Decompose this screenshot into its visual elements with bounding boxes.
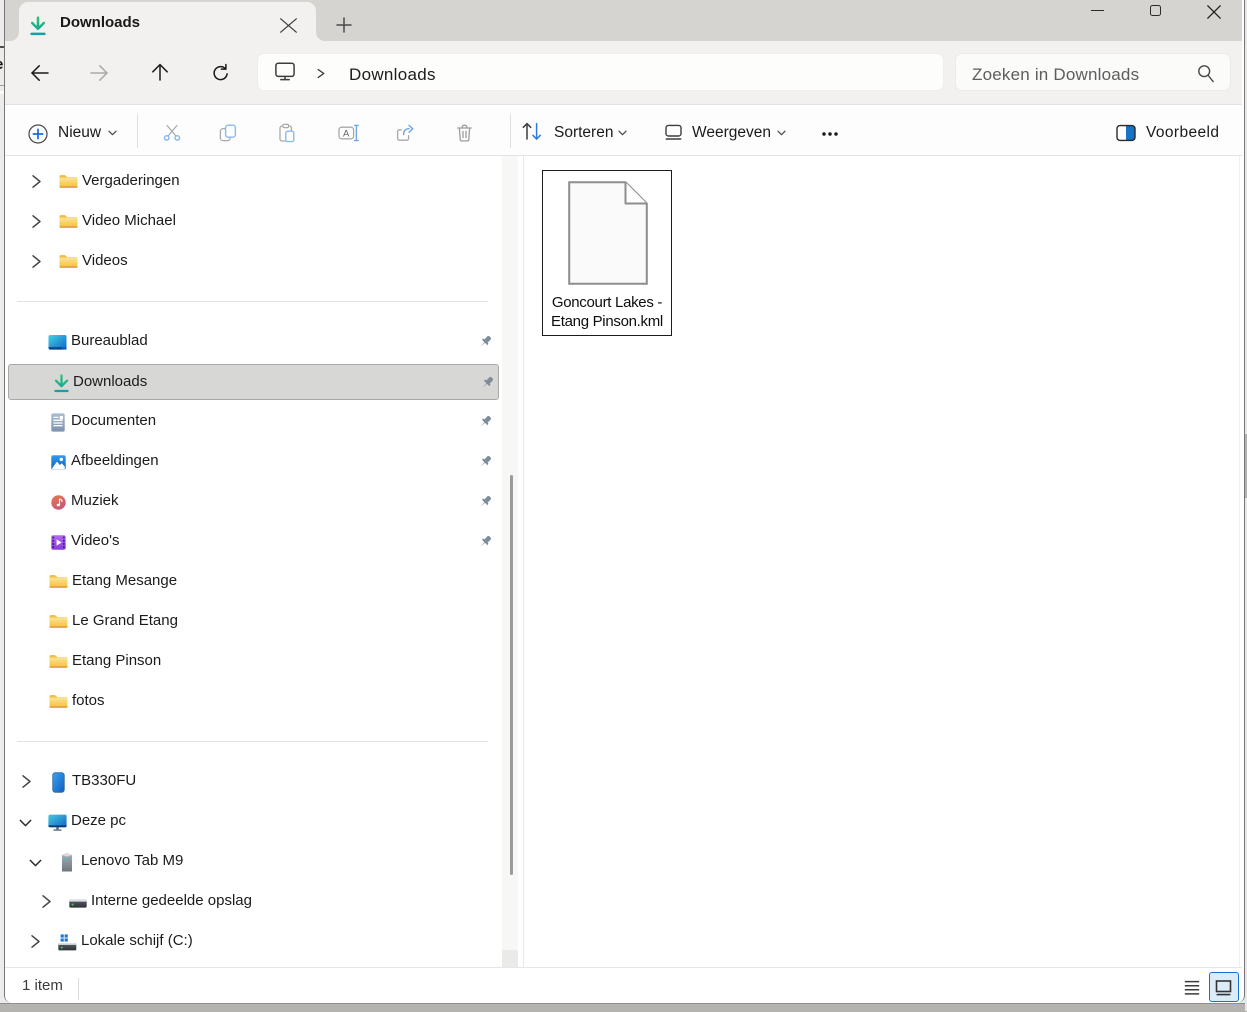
svg-text:A: A <box>343 129 350 140</box>
